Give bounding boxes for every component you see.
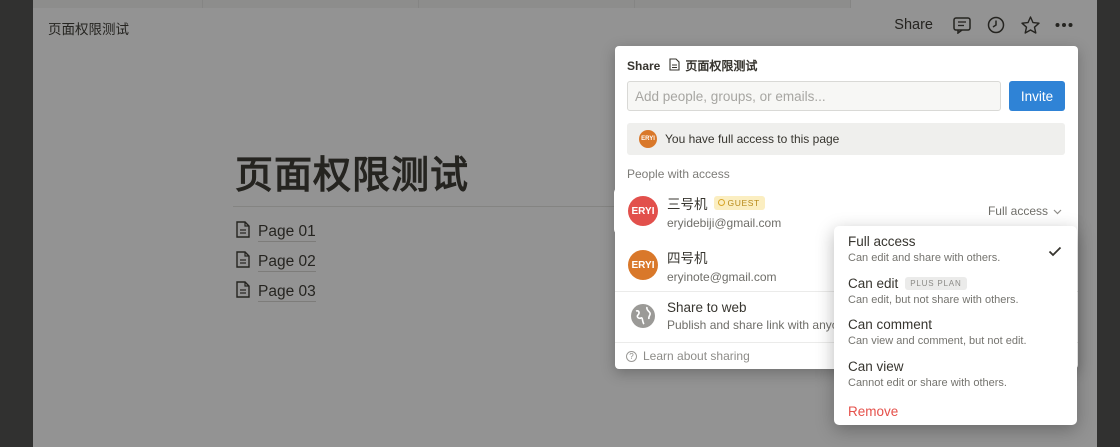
share-web-title: Share to web <box>667 299 747 315</box>
document-icon <box>669 57 680 74</box>
share-panel-header: Share 页面权限测试 <box>627 57 757 74</box>
option-title: Full access <box>848 234 916 249</box>
remove-access-button[interactable]: Remove <box>834 404 1077 419</box>
access-notice: ERYI You have full access to this page <box>627 123 1065 155</box>
learn-sharing-link[interactable]: Learn about sharing <box>643 349 750 363</box>
menu-option-can-edit[interactable]: Can edit PLUS PLAN Can edit, but not sha… <box>834 276 1077 318</box>
option-title: Can view <box>848 358 904 374</box>
person-name: 四号机 <box>667 250 708 266</box>
option-desc: Cannot edit or share with others. <box>848 376 1007 389</box>
menu-option-can-comment[interactable]: Can comment Can view and comment, but no… <box>834 317 1077 359</box>
invite-input[interactable] <box>627 81 1001 111</box>
people-section-label: People with access <box>627 167 730 181</box>
chevron-down-icon <box>1053 204 1062 218</box>
avatar: ERYI <box>628 250 658 280</box>
invite-button[interactable]: Invite <box>1009 81 1065 111</box>
plus-plan-badge: PLUS PLAN <box>905 276 967 290</box>
guest-icon <box>717 199 725 206</box>
guest-badge: GUEST <box>713 195 765 210</box>
avatar: ERYI <box>639 130 657 148</box>
access-level-select[interactable]: Full access <box>988 204 1062 218</box>
globe-icon <box>628 301 658 331</box>
person-email: eryidebiji@gmail.com <box>667 215 782 230</box>
access-level-value: Full access <box>987 204 1048 218</box>
option-title-row: Can edit PLUS PLAN <box>848 276 1077 291</box>
option-desc: Can edit and share with others. <box>848 252 1001 264</box>
notice-text: You have full access to this page <box>665 132 840 146</box>
share-header-label: Share <box>627 58 661 73</box>
share-doc-title: 页面权限测试 <box>685 59 758 73</box>
person-email: eryinote@gmail.com <box>667 269 777 284</box>
share-web-desc: Publish and share link with anyone <box>667 317 852 332</box>
check-icon <box>1048 244 1062 262</box>
menu-option-can-view[interactable]: Can view Cannot edit or share with other… <box>834 359 1077 401</box>
option-desc: Can view and comment, but not edit. <box>848 335 1027 347</box>
option-desc: Can edit, but not share with others. <box>848 293 1019 306</box>
menu-option-full-access[interactable]: Full access Can edit and share with othe… <box>834 234 1077 276</box>
option-title: Can comment <box>848 317 933 332</box>
access-level-menu: Full access Can edit and share with othe… <box>834 226 1077 425</box>
help-icon: ? <box>626 350 637 362</box>
person-name-row: 三号机 GUEST <box>667 193 781 213</box>
option-title: Can edit <box>848 275 899 291</box>
guest-badge-label: GUEST <box>727 197 760 208</box>
avatar: ERYI <box>628 196 658 226</box>
person-name: 三号机 <box>667 196 708 212</box>
